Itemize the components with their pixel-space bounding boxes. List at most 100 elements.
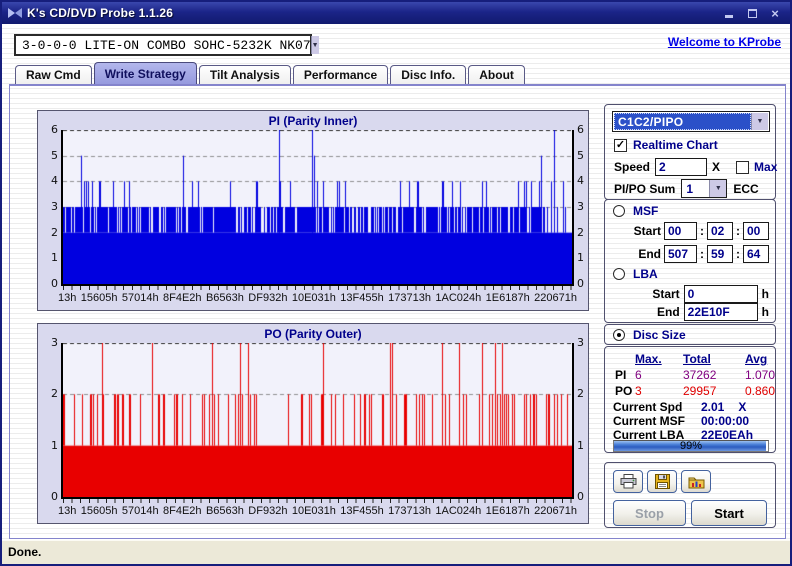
msf-end-label: End <box>638 247 661 261</box>
lba-start-input[interactable] <box>683 285 758 303</box>
dropdown-arrow-icon[interactable]: ▼ <box>751 113 768 130</box>
msf-end-frame[interactable] <box>743 245 769 263</box>
close-button[interactable]: × <box>766 5 784 21</box>
current-speed-value: 2.01 <box>701 400 725 414</box>
print-icon <box>620 474 636 489</box>
colon-separator: : <box>736 224 740 238</box>
pi-chart-title: PI (Parity Inner) <box>268 114 358 128</box>
tab-tilt-analysis[interactable]: Tilt Analysis <box>198 65 291 84</box>
lba-start-unit: h <box>761 287 769 301</box>
client-area: 3-0-0-0 LITE-ON COMBO SOHC-5232K NK07 ▼ … <box>2 24 790 540</box>
x-tick-label: 1E6187h <box>485 292 530 304</box>
y-tick-label: 3 <box>577 200 584 213</box>
msf-start-min[interactable] <box>664 222 697 240</box>
speed-input[interactable] <box>655 158 708 176</box>
status-bar: Done. <box>2 540 790 564</box>
mode-select[interactable]: C1C2/PIPO ▼ <box>612 111 770 132</box>
pi-plot-area <box>61 130 574 286</box>
lba-radio[interactable] <box>613 268 625 280</box>
colon-separator: : <box>700 247 704 261</box>
minimize-icon <box>725 15 733 18</box>
po-avg-value: 0.860 <box>745 384 776 398</box>
start-button[interactable]: Start <box>691 500 767 526</box>
x-tick-label: 57014h <box>121 292 159 304</box>
lba-end-input[interactable] <box>683 303 758 321</box>
current-msf-value: 00:00:00 <box>701 414 750 428</box>
x-tick-label: B6563h <box>205 505 244 517</box>
x-tick-label: 13F455h <box>340 505 384 517</box>
x-tick-label: 13F455h <box>340 292 384 304</box>
msf-radio[interactable] <box>613 205 625 217</box>
realtime-chart-checkbox[interactable]: ✓ <box>614 138 627 152</box>
disc-size-radio[interactable] <box>613 329 625 341</box>
x-tick-label: 220671h <box>534 505 577 517</box>
y-tick-label: 1 <box>51 251 58 265</box>
y-tick-label: 3 <box>51 200 58 213</box>
pipo-sum-value: 1 <box>686 181 694 196</box>
x-tick-label: 13h <box>58 505 77 517</box>
current-msf-row: Current MSF 00:00:00 <box>613 414 749 428</box>
y-tick-label: 2 <box>51 225 58 239</box>
msf-label: MSF <box>633 204 659 218</box>
y-tick-label: 2 <box>577 387 584 401</box>
lba-start-label: Start <box>652 287 680 301</box>
x-tick-label: 1AC024h <box>435 505 482 517</box>
capture-settings-group: C1C2/PIPO ▼ ✓ Realtime Chart Speed X Max… <box>604 104 777 200</box>
msf-start-frame[interactable] <box>743 222 769 240</box>
dropdown-arrow-icon[interactable]: ▼ <box>709 180 727 197</box>
save-button[interactable] <box>647 470 677 493</box>
po-x-axis-labels: 13h 15605h 57014h 8F4E2h B6563h DF932h 10E031h… <box>58 505 577 517</box>
tab-strip: Raw Cmd Write Strategy Tilt Analysis Per… <box>15 62 527 84</box>
status-text: Done. <box>8 545 42 559</box>
max-speed-checkbox[interactable] <box>736 160 750 174</box>
x-tick-label: 1AC024h <box>435 292 482 304</box>
y-tick-label: 5 <box>577 148 584 162</box>
po-max-value: 3 <box>635 384 642 398</box>
app-icon <box>8 7 22 19</box>
maximize-button[interactable] <box>743 5 761 21</box>
x-tick-label: 8F4E2h <box>163 505 202 517</box>
pipo-sum-select[interactable]: 1 ▼ <box>681 179 728 198</box>
stats-header-total: Total <box>683 352 711 366</box>
print-button[interactable] <box>613 470 643 493</box>
tab-write-strategy[interactable]: Write Strategy <box>93 62 197 84</box>
colon-separator: : <box>700 224 704 238</box>
range-settings-group: MSF Start : : End : : LBA <box>604 199 776 323</box>
current-speed-unit: X <box>738 400 747 414</box>
ecc-label: ECC <box>733 181 759 196</box>
dropdown-arrow-icon[interactable]: ▼ <box>310 36 319 54</box>
progress-percent-text: 99% <box>679 440 703 452</box>
po-row-label: PO <box>615 384 633 398</box>
pi-row-label: PI <box>615 368 627 382</box>
y-tick-label: 6 <box>577 123 584 136</box>
msf-end-min[interactable] <box>664 245 697 263</box>
x-tick-label: DF932h <box>248 505 288 517</box>
tab-performance[interactable]: Performance <box>292 65 389 84</box>
stats-group: Max. Total Avg PI 6 37262 1.070 PO 3 299… <box>604 346 776 453</box>
msf-start-sec[interactable] <box>707 222 733 240</box>
po-total-value: 29957 <box>683 384 717 398</box>
save-floppy-icon <box>654 474 670 489</box>
po-chart-title: PO (Parity Outer) <box>264 327 362 341</box>
realtime-chart-label: Realtime Chart <box>633 138 718 152</box>
po-x-axis-ticks <box>63 499 572 503</box>
po-chart: PO (Parity Outer) 0 1 2 3 0 1 2 3 13h 15605h 570… <box>37 323 589 524</box>
current-speed-label: Current Spd <box>613 400 683 414</box>
tab-raw-cmd[interactable]: Raw Cmd <box>15 65 92 84</box>
welcome-link[interactable]: Welcome to KProbe <box>668 35 781 49</box>
msf-end-sec[interactable] <box>707 245 733 263</box>
save-image-button[interactable] <box>681 470 711 493</box>
tab-disc-info[interactable]: Disc Info. <box>390 65 467 84</box>
stats-header-avg: Avg <box>745 352 768 366</box>
stop-button[interactable]: Stop <box>613 500 686 526</box>
tab-about[interactable]: About <box>468 65 525 84</box>
x-tick-label: 15605h <box>80 505 118 517</box>
drive-selector[interactable]: 3-0-0-0 LITE-ON COMBO SOHC-5232K NK07 ▼ <box>14 34 319 56</box>
lba-label: LBA <box>633 267 658 281</box>
minimize-button[interactable] <box>720 5 738 21</box>
pi-total-value: 37262 <box>683 368 717 382</box>
pipo-sum-label: PI/PO Sum <box>614 181 676 196</box>
y-tick-label: 3 <box>51 336 58 349</box>
y-tick-label: 2 <box>51 387 58 401</box>
pi-max-value: 6 <box>635 368 642 382</box>
